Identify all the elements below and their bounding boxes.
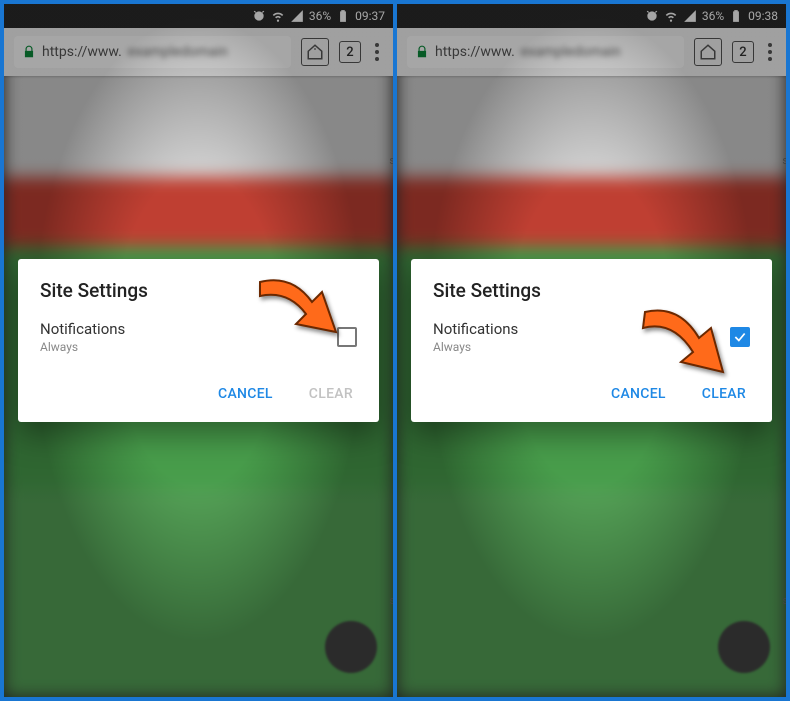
check-icon xyxy=(733,330,747,344)
tutorial-arrow-icon xyxy=(635,306,731,392)
tutorial-arrow-icon xyxy=(252,274,344,354)
notifications-checkbox[interactable] xyxy=(730,327,750,347)
phone-right: 36% 09:38 https://www. exampledomain 2 s… xyxy=(397,4,786,697)
clear-button[interactable]: CLEAR xyxy=(305,380,357,408)
dialog-actions: CANCEL CLEAR xyxy=(40,376,357,412)
cancel-button[interactable]: CANCEL xyxy=(214,380,277,408)
phone-left: 36% 09:37 https://www. exampledomain 2 s… xyxy=(4,4,393,697)
dialog-title: Site Settings xyxy=(433,279,750,302)
